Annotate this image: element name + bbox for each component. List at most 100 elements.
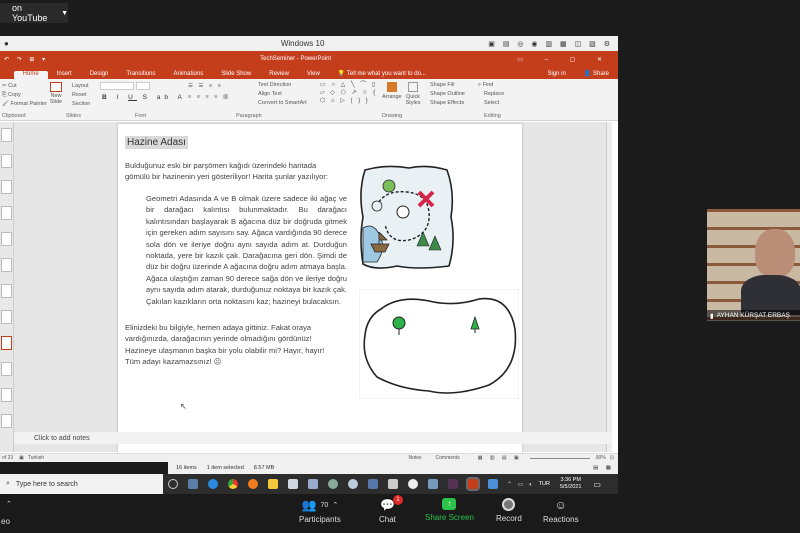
taskbar-search[interactable]: ⌕ Type here to search [0, 474, 163, 494]
tab-animations[interactable]: Animations [165, 71, 213, 79]
participant-video[interactable]: ▮ AYHAN KÜRŞAT ERBAŞ [707, 209, 800, 321]
taskbar-app-icon[interactable] [308, 479, 318, 489]
smartart-button[interactable]: Convert to SmartArt [258, 100, 307, 106]
zoom-slider[interactable] [529, 457, 590, 459]
comments-toggle[interactable]: Comments [436, 455, 460, 461]
firefox-icon[interactable] [248, 479, 258, 489]
task-view-icon[interactable] [168, 479, 178, 489]
slide-quote[interactable]: Geometri Adasında A ve B olmak üzere sad… [146, 193, 347, 307]
tray-icons[interactable]: ⌃ ▭ ◐ [507, 481, 535, 488]
caret-up-icon[interactable]: ⌃ [332, 501, 338, 509]
slide-intro[interactable]: Bulduğunuz eski bir parşömen kağıdı üzer… [125, 160, 343, 183]
taskbar-app-icon[interactable] [328, 479, 338, 489]
font-format-buttons[interactable]: B I U S ab A [102, 94, 186, 101]
vm-toolbar-icons[interactable]: ▣ ▤ ◎ ◉ ▥ ▦ ◫ ▧ ⚙ [488, 40, 613, 48]
vertical-scrollbar[interactable] [606, 122, 612, 452]
font-size-box[interactable] [136, 82, 150, 90]
format-painter-button[interactable]: 🖌 Format Painter [2, 101, 47, 107]
select-button[interactable]: Select [484, 100, 499, 106]
language-label[interactable]: Turkish [28, 455, 44, 461]
taskbar-app-icon[interactable] [188, 479, 198, 489]
tab-view[interactable]: View [298, 71, 329, 79]
slide-outro[interactable]: Elinizdeki bu bilgiyle, hemen adaya gitt… [125, 322, 335, 368]
participants-button[interactable]: 👥 70 ⌃ Participants [299, 498, 341, 524]
tab-transitions[interactable]: Transitions [117, 71, 164, 79]
text-direction-button[interactable]: Text Direction [258, 82, 291, 88]
shape-outline-button[interactable]: Shape Outline [430, 91, 465, 97]
slide[interactable]: Hazine Adası Bulduğunuz eski bir parşöme… [118, 124, 522, 462]
menu-icon[interactable]: ● [4, 39, 9, 48]
zoom-level[interactable]: 90% [596, 455, 606, 461]
tab-home[interactable]: Home [13, 71, 48, 79]
quick-access-icons[interactable]: ↶ ↷ ⊞ ▾ [4, 56, 48, 63]
arrange-button[interactable]: Arrange [382, 82, 402, 100]
view-buttons[interactable]: ▦ ▥ ▤ ▣ [478, 455, 522, 461]
notes-pane[interactable]: Click to add notes [14, 432, 612, 444]
align-buttons[interactable]: ≡ ≡ ≡ ≡ ▥ [188, 94, 230, 100]
notes-toggle[interactable]: Notes [408, 455, 421, 461]
edge-icon[interactable] [208, 479, 218, 489]
taskbar-app-icon[interactable] [448, 479, 458, 489]
tab-slideshow[interactable]: Slide Show [212, 71, 260, 79]
fit-slide-icon[interactable]: ⊡ [610, 455, 614, 461]
input-language[interactable]: TUR [539, 481, 550, 487]
shape-effects-button[interactable]: Shape Effects [430, 100, 464, 106]
island-diagram[interactable] [359, 289, 519, 399]
shapes-gallery[interactable]: ▭ ○ △ ╲ ⌒ ▯ ▱ ◇ ⬠ ↗ ☆ {⬡ ⌂ ▷ ( ) } [320, 81, 378, 107]
share-screen-button[interactable]: ↑ Share Screen [425, 498, 474, 522]
copy-button[interactable]: ⎘ Copy [2, 92, 21, 99]
cut-button[interactable]: ✂ Cut [2, 83, 17, 89]
powerpoint-taskbar-icon[interactable] [466, 477, 480, 491]
slide-thumbnail[interactable] [1, 180, 12, 194]
slide-thumbnails[interactable] [0, 122, 14, 452]
slide-thumbnail[interactable] [1, 258, 12, 272]
slide-thumbnail[interactable] [1, 388, 12, 402]
replace-button[interactable]: Replace [484, 91, 504, 97]
reactions-button[interactable]: ☺ Reactions [543, 498, 579, 524]
slide-thumbnail[interactable] [1, 414, 12, 428]
find-button[interactable]: ⌕ Find [478, 82, 493, 89]
slide-thumbnail[interactable] [1, 206, 12, 220]
quick-styles-button[interactable]: Quick Styles [404, 82, 422, 106]
taskbar-app-icon[interactable] [488, 479, 498, 489]
taskbar-app-icon[interactable] [288, 479, 298, 489]
tab-file[interactable] [0, 71, 14, 79]
taskbar-clock[interactable]: 3:36 PM 5/5/2021 [560, 477, 581, 491]
caret-up-icon[interactable]: ⌃ [6, 500, 12, 508]
chat-button[interactable]: 💬 1 Chat [379, 495, 403, 524]
tell-me-search[interactable]: 💡 Tell me what you want to do... [329, 70, 435, 79]
align-text-button[interactable]: Align Text [258, 91, 282, 97]
paragraph-buttons[interactable]: ☰ ☰ ≡ ≡ [188, 83, 223, 89]
slide-thumbnail[interactable] [1, 284, 12, 298]
treasure-map-image[interactable] [357, 162, 457, 272]
taskbar-app-icon[interactable] [388, 479, 398, 489]
slide-thumbnail[interactable] [1, 362, 12, 376]
taskbar-app-icon[interactable] [368, 479, 378, 489]
notifications-icon[interactable]: ▭ [593, 480, 601, 489]
tab-design[interactable]: Design [81, 71, 118, 79]
slide-thumbnail[interactable] [1, 128, 12, 142]
window-controls[interactable]: ▭ – ▢ ✕ [517, 56, 612, 63]
youtube-live-button[interactable]: on YouTube ▼ [0, 3, 68, 23]
share-button[interactable]: 👤 Share [575, 70, 618, 79]
slide-thumbnail[interactable] [1, 154, 12, 168]
tab-review[interactable]: Review [260, 71, 298, 79]
taskbar-app-icon[interactable] [428, 479, 438, 489]
new-slide-button[interactable]: New Slide [48, 82, 64, 105]
shape-fill-button[interactable]: Shape Fill [430, 82, 454, 88]
taskbar-app-icon[interactable] [408, 479, 418, 489]
explorer-view-icons[interactable]: ▤ ▦ [593, 465, 614, 471]
slide-thumbnail[interactable] [1, 232, 12, 246]
chrome-icon[interactable] [228, 479, 238, 489]
tab-insert[interactable]: Insert [48, 71, 81, 79]
reset-button[interactable]: Reset [72, 92, 86, 98]
section-button[interactable]: Section [72, 101, 90, 107]
slide-thumbnail-active[interactable] [1, 336, 12, 350]
file-explorer-icon[interactable] [268, 479, 278, 489]
sign-in-link[interactable]: Sign in [538, 71, 574, 79]
layout-button[interactable]: Layout [72, 83, 89, 89]
taskbar-app-icon[interactable] [348, 479, 358, 489]
slide-title[interactable]: Hazine Adası [125, 136, 188, 149]
slide-thumbnail[interactable] [1, 310, 12, 324]
font-name-box[interactable] [100, 82, 134, 90]
